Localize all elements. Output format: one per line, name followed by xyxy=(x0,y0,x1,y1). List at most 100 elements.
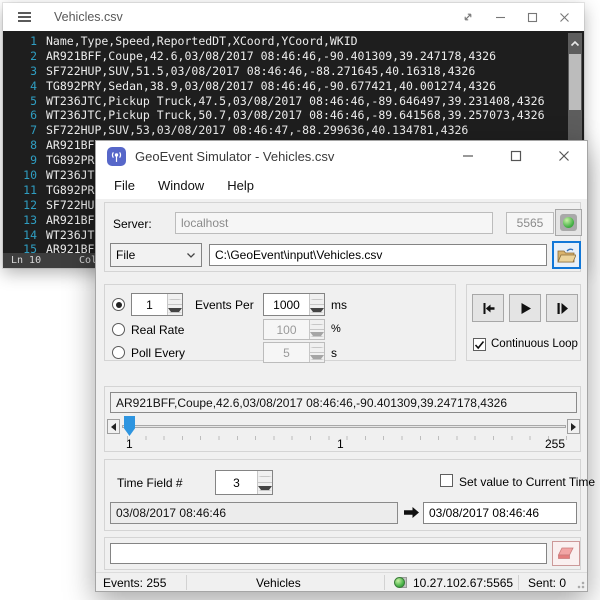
minimize-icon xyxy=(462,150,474,162)
current-time-checkbox[interactable] xyxy=(440,474,453,487)
stepper-down-icon[interactable] xyxy=(310,305,324,315)
poll-every-radio[interactable] xyxy=(112,346,125,359)
event-slider-track[interactable] xyxy=(122,425,566,428)
open-folder-icon xyxy=(557,248,576,263)
stepper-up-icon[interactable] xyxy=(310,294,324,305)
skip-to-start-icon xyxy=(481,302,496,315)
stepper-up-icon[interactable] xyxy=(258,471,272,483)
csv-line: 7SF722HUP,SUV,53,03/08/2017 08:46:47,-88… xyxy=(3,123,584,138)
server-port-input[interactable]: 5565 xyxy=(506,212,554,234)
server-host-input[interactable]: localhost xyxy=(175,212,493,234)
sim-maximize-button[interactable] xyxy=(505,145,527,167)
real-rate-stepper: 100 xyxy=(263,319,325,340)
continuous-loop-label: Continuous Loop xyxy=(491,338,578,350)
current-time-label: Set value to Current Time xyxy=(459,475,595,489)
simulator-window-title: GeoEvent Simulator - Vehicles.csv xyxy=(135,149,334,164)
events-per-radio[interactable] xyxy=(112,298,125,311)
editor-expand-button[interactable] xyxy=(458,7,478,27)
real-rate-radio[interactable] xyxy=(112,323,125,336)
menu-help[interactable]: Help xyxy=(227,178,254,193)
menu-window[interactable]: Window xyxy=(158,178,204,193)
csv-line: 3SF722HUP,SUV,51.5,03/08/2017 08:46:46,-… xyxy=(3,64,584,79)
arrow-left-icon xyxy=(111,423,116,431)
source-type-select[interactable]: File xyxy=(110,243,202,267)
continuous-loop-checkbox[interactable] xyxy=(473,338,486,351)
slider-max-label: 255 xyxy=(545,437,565,451)
menu-hamburger-icon[interactable] xyxy=(18,10,31,25)
stepper-down-icon[interactable] xyxy=(168,305,182,315)
csv-line: 6WT236JTC,Pickup Truck,50.7,03/08/2017 0… xyxy=(3,108,584,123)
scroll-up-icon[interactable] xyxy=(568,37,582,51)
close-icon xyxy=(559,12,570,23)
stepper-up-icon[interactable] xyxy=(168,294,182,305)
events-per-label: Events Per xyxy=(195,298,254,312)
events-count: Events: 255 xyxy=(103,576,166,590)
step-one-event-button[interactable] xyxy=(546,294,578,322)
scrollbar-thumb[interactable] xyxy=(569,54,581,110)
maximize-icon xyxy=(527,12,538,23)
server-group: Server: localhost 5565 File C:\GeoEvent\… xyxy=(104,202,581,272)
close-icon xyxy=(558,150,570,162)
real-rate-label: Real Rate xyxy=(131,323,184,337)
editor-titlebar: Vehicles.csv xyxy=(3,3,584,31)
event-group: AR921BFF,Coupe,42.6,03/08/2017 08:46:46,… xyxy=(104,386,581,452)
step-forward-icon xyxy=(555,302,569,315)
file-path-input[interactable]: C:\GeoEvent\input\Vehicles.csv xyxy=(209,244,547,266)
maps-to-arrow-icon xyxy=(403,506,420,519)
eraser-icon xyxy=(557,547,575,560)
rewind-to-start-button[interactable] xyxy=(472,294,504,322)
chevron-down-icon xyxy=(186,252,196,259)
slider-current-label: 1 xyxy=(337,437,344,451)
log-output-field xyxy=(110,543,547,564)
editor-close-button[interactable] xyxy=(554,7,574,27)
time-field-label: Time Field # xyxy=(117,476,183,490)
simulation-name: Vehicles xyxy=(256,576,301,590)
geoevent-simulator-window: GeoEvent Simulator - Vehicles.csv File W… xyxy=(95,140,588,592)
log-group xyxy=(104,537,581,570)
events-count-stepper[interactable]: 1 xyxy=(131,293,183,316)
statusbar-divider xyxy=(186,575,187,590)
rate-group: 1 Events Per 1000 ms Real Rate 100 % Pol… xyxy=(104,284,456,361)
event-slider-thumb[interactable] xyxy=(124,416,135,436)
ms-unit-label: ms xyxy=(331,298,347,312)
time-to-input[interactable]: 03/08/2017 08:46:46 xyxy=(423,502,577,524)
percent-unit-label: % xyxy=(331,323,341,335)
interval-stepper[interactable]: 1000 xyxy=(263,293,325,316)
slider-min-label: 1 xyxy=(126,437,133,451)
status-line-indicator: Ln 10 xyxy=(11,253,41,268)
stepper-down-icon[interactable] xyxy=(258,483,272,494)
server-address: 10.27.102.67:5565 xyxy=(413,576,513,590)
geoevent-logo-icon xyxy=(107,147,126,166)
time-from-input: 03/08/2017 08:46:46 xyxy=(110,502,398,524)
editor-window-title: Vehicles.csv xyxy=(54,10,123,24)
connect-button[interactable] xyxy=(555,209,582,236)
editor-minimize-button[interactable] xyxy=(490,7,510,27)
clear-log-button[interactable] xyxy=(552,541,580,566)
play-button[interactable] xyxy=(509,294,541,322)
statusbar-divider xyxy=(518,575,519,590)
editor-maximize-button[interactable] xyxy=(522,7,542,27)
play-icon xyxy=(519,302,532,315)
sent-count: Sent: 0 xyxy=(528,576,566,590)
playback-group: Continuous Loop xyxy=(466,284,581,361)
server-label: Server: xyxy=(113,217,152,231)
poll-every-label: Poll Every xyxy=(131,346,185,360)
menubar: File Window Help xyxy=(96,171,587,199)
diagonal-expand-icon xyxy=(462,11,474,23)
sim-minimize-button[interactable] xyxy=(457,145,479,167)
csv-line: 5WT236JTC,Pickup Truck,47.5,03/08/2017 0… xyxy=(3,94,584,109)
resize-grip[interactable] xyxy=(575,579,585,589)
menu-file[interactable]: File xyxy=(114,178,135,193)
browse-file-button[interactable] xyxy=(552,241,581,269)
time-field-stepper[interactable]: 3 xyxy=(215,470,273,495)
slider-left-button[interactable] xyxy=(107,419,120,434)
simulator-titlebar: GeoEvent Simulator - Vehicles.csv xyxy=(96,141,587,171)
minimize-icon xyxy=(495,12,506,23)
maximize-icon xyxy=(510,150,522,162)
slider-right-button[interactable] xyxy=(567,419,580,434)
time-group: Time Field # 3 Set value to Current Time… xyxy=(104,459,581,531)
connection-status-icon xyxy=(560,214,577,231)
csv-line: 4TG892PRY,Sedan,38.9,03/08/2017 08:46:46… xyxy=(3,79,584,94)
sim-close-button[interactable] xyxy=(553,145,575,167)
connection-led-icon xyxy=(394,576,407,589)
